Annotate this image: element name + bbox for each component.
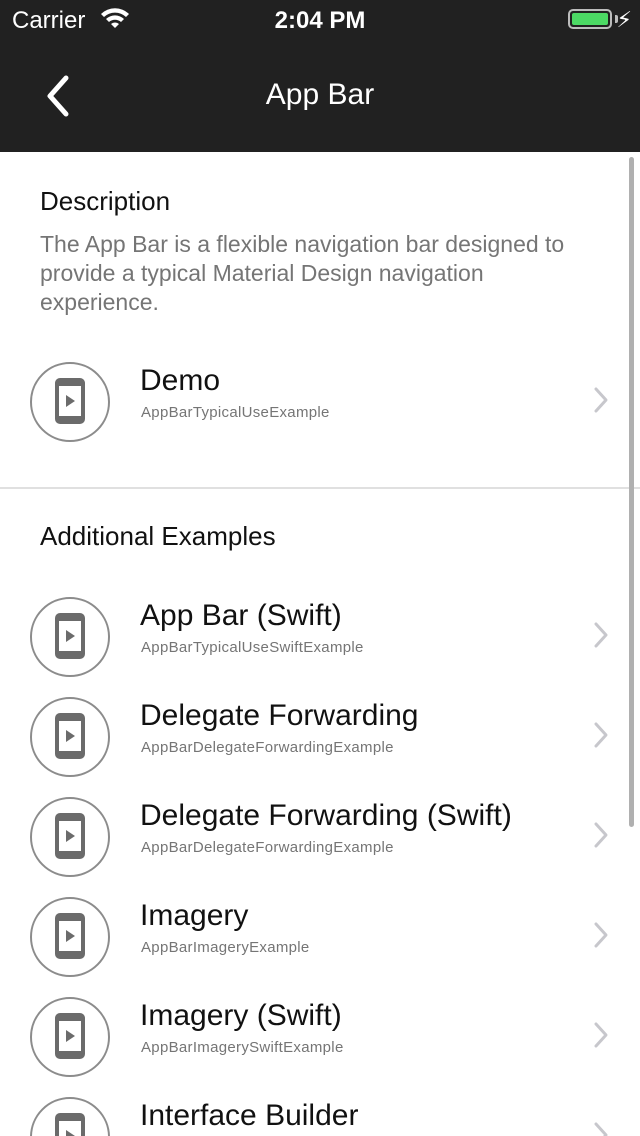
chevron-right-icon (594, 722, 608, 748)
example-subtitle: AppBarDelegateForwardingExample (141, 739, 394, 756)
phone-play-icon (30, 997, 110, 1077)
phone-play-icon (30, 797, 110, 877)
example-subtitle: AppBarDelegateForwardingExample (141, 839, 394, 856)
status-bar: Carrier 2:04 PM ⚡ (0, 0, 640, 40)
charging-icon: ⚡ (616, 7, 632, 32)
phone-play-icon (30, 697, 110, 777)
page-title: App Bar (265, 78, 375, 111)
example-subtitle: AppBarImageryExample (141, 939, 310, 956)
chevron-right-icon (594, 1122, 608, 1136)
example-title: Imagery (Swift) (140, 999, 342, 1032)
app-bar: Carrier 2:04 PM ⚡ App Bar (0, 0, 640, 152)
example-row[interactable]: Delegate Forwarding AppBarDelegateForwar… (0, 687, 640, 787)
chevron-right-icon (594, 822, 608, 848)
example-title: Delegate Forwarding (Swift) (140, 799, 512, 832)
chevron-right-icon (594, 1022, 608, 1048)
scrollbar[interactable] (629, 157, 634, 827)
phone-play-icon (30, 597, 110, 677)
additional-examples-heading: Additional Examples (40, 521, 276, 551)
example-row[interactable]: Imagery AppBarImageryExample (0, 887, 640, 987)
example-title: Delegate Forwarding (140, 699, 419, 732)
description-heading: Description (40, 186, 171, 216)
status-time: 2:04 PM (274, 7, 366, 34)
example-row[interactable]: Imagery (Swift) AppBarImagerySwiftExampl… (0, 987, 640, 1087)
battery-icon (568, 9, 612, 29)
chevron-right-icon (594, 922, 608, 948)
main-content[interactable]: Description The App Bar is a flexible na… (0, 152, 640, 1136)
demo-title: Demo (140, 364, 221, 397)
chevron-right-icon (594, 387, 608, 413)
description-text: The App Bar is a flexible navigation bar… (40, 231, 565, 315)
example-row[interactable]: App Bar (Swift) AppBarTypicalUseSwiftExa… (0, 587, 640, 687)
chevron-right-icon (594, 622, 608, 648)
section-divider (0, 487, 640, 489)
example-title: Interface Builder (140, 1099, 359, 1132)
example-row[interactable]: Interface Builder (0, 1087, 640, 1136)
demo-row[interactable]: Demo AppBarTypicalUseExample (0, 352, 640, 452)
phone-play-icon (30, 362, 110, 442)
example-title: App Bar (Swift) (140, 599, 342, 632)
phone-play-icon (30, 897, 110, 977)
phone-play-icon (30, 1097, 110, 1136)
demo-subtitle: AppBarTypicalUseExample (141, 404, 330, 421)
example-subtitle: AppBarImagerySwiftExample (141, 1039, 344, 1056)
example-title: Imagery (140, 899, 249, 932)
example-subtitle: AppBarTypicalUseSwiftExample (141, 639, 364, 656)
example-row[interactable]: Delegate Forwarding (Swift) AppBarDelega… (0, 787, 640, 887)
